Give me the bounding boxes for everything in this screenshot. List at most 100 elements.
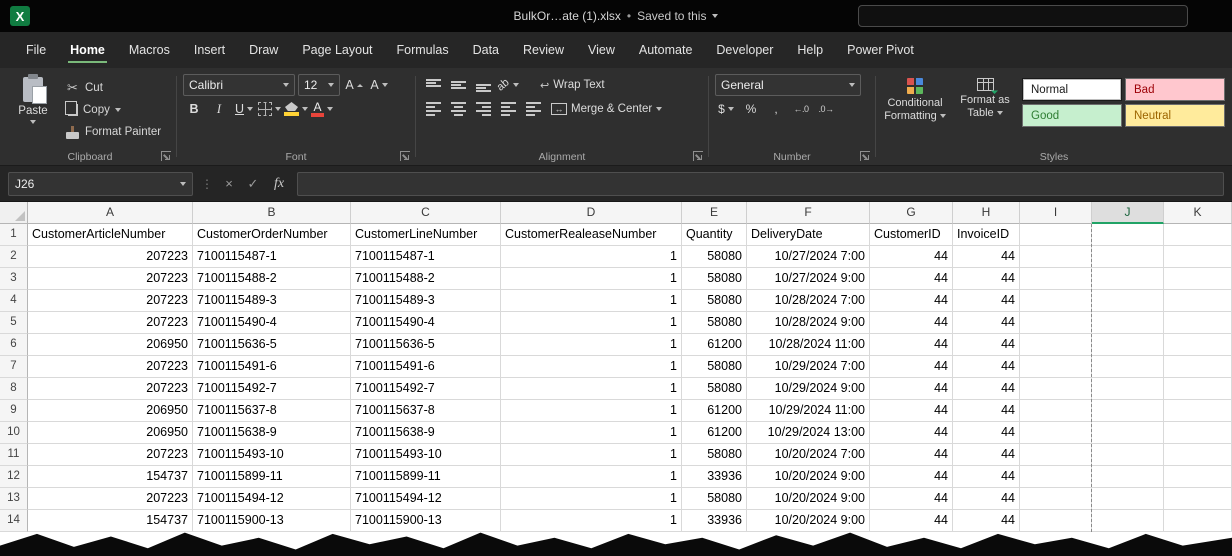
column-header-H[interactable]: H <box>953 202 1020 224</box>
cell-K12[interactable] <box>1164 466 1232 488</box>
cell-I1[interactable] <box>1020 224 1092 246</box>
cell-E9[interactable]: 61200 <box>682 400 747 422</box>
cell-H1[interactable]: InvoiceID <box>953 224 1020 246</box>
cell-D1[interactable]: CustomerRealeaseNumber <box>501 224 682 246</box>
cell-C6[interactable]: 7100115636-5 <box>351 334 501 356</box>
increase-indent-button[interactable] <box>522 98 544 120</box>
cell-H14[interactable]: 44 <box>953 510 1020 532</box>
cell-C8[interactable]: 7100115492-7 <box>351 378 501 400</box>
format-as-table-button[interactable]: Format as Table <box>952 76 1018 119</box>
cell-I10[interactable] <box>1020 422 1092 444</box>
cell-H7[interactable]: 44 <box>953 356 1020 378</box>
decrease-indent-button[interactable] <box>497 98 519 120</box>
cell-F10[interactable]: 10/29/2024 13:00 <box>747 422 870 444</box>
cell-F4[interactable]: 10/28/2024 7:00 <box>747 290 870 312</box>
cell-B13[interactable]: 7100115494-12 <box>193 488 351 510</box>
cell-D9[interactable]: 1 <box>501 400 682 422</box>
font-color-button[interactable]: A <box>311 98 333 120</box>
cell-G5[interactable]: 44 <box>870 312 953 334</box>
cell-K9[interactable] <box>1164 400 1232 422</box>
italic-button[interactable]: I <box>208 98 230 120</box>
cell-F12[interactable]: 10/20/2024 9:00 <box>747 466 870 488</box>
cell-K11[interactable] <box>1164 444 1232 466</box>
menu-tab-macros[interactable]: Macros <box>117 32 182 68</box>
cell-E1[interactable]: Quantity <box>682 224 747 246</box>
cell-G2[interactable]: 44 <box>870 246 953 268</box>
cell-D10[interactable]: 1 <box>501 422 682 444</box>
name-box[interactable]: J26 <box>8 172 193 196</box>
cell-E3[interactable]: 58080 <box>682 268 747 290</box>
cell-B7[interactable]: 7100115491-6 <box>193 356 351 378</box>
menu-tab-review[interactable]: Review <box>511 32 576 68</box>
column-header-C[interactable]: C <box>351 202 501 224</box>
row-header-2[interactable]: 2 <box>0 246 28 268</box>
row-header-12[interactable]: 12 <box>0 466 28 488</box>
column-header-I[interactable]: I <box>1020 202 1092 224</box>
cell-I11[interactable] <box>1020 444 1092 466</box>
cell-C3[interactable]: 7100115488-2 <box>351 268 501 290</box>
row-header-3[interactable]: 3 <box>0 268 28 290</box>
cell-A2[interactable]: 207223 <box>28 246 193 268</box>
align-left-button[interactable] <box>422 98 444 120</box>
fill-color-button[interactable] <box>284 98 308 120</box>
row-header-10[interactable]: 10 <box>0 422 28 444</box>
cell-H5[interactable]: 44 <box>953 312 1020 334</box>
cell-H12[interactable]: 44 <box>953 466 1020 488</box>
cell-G9[interactable]: 44 <box>870 400 953 422</box>
cell-E14[interactable]: 33936 <box>682 510 747 532</box>
column-header-D[interactable]: D <box>501 202 682 224</box>
cell-C11[interactable]: 7100115493-10 <box>351 444 501 466</box>
cell-G12[interactable]: 44 <box>870 466 953 488</box>
cell-A3[interactable]: 207223 <box>28 268 193 290</box>
increase-font-size-button[interactable]: A <box>343 74 365 96</box>
cell-C10[interactable]: 7100115638-9 <box>351 422 501 444</box>
wrap-text-button[interactable]: ↩ Wrap Text <box>536 74 609 96</box>
cell-A14[interactable]: 154737 <box>28 510 193 532</box>
cell-G1[interactable]: CustomerID <box>870 224 953 246</box>
cell-A13[interactable]: 207223 <box>28 488 193 510</box>
menu-tab-draw[interactable]: Draw <box>237 32 290 68</box>
cell-C2[interactable]: 7100115487-1 <box>351 246 501 268</box>
row-header-14[interactable]: 14 <box>0 510 28 532</box>
cell-K4[interactable] <box>1164 290 1232 312</box>
cell-K13[interactable] <box>1164 488 1232 510</box>
cell-I2[interactable] <box>1020 246 1092 268</box>
cancel-button[interactable]: × <box>221 176 237 191</box>
cell-B4[interactable]: 7100115489-3 <box>193 290 351 312</box>
cell-C7[interactable]: 7100115491-6 <box>351 356 501 378</box>
row-header-6[interactable]: 6 <box>0 334 28 356</box>
cell-B3[interactable]: 7100115488-2 <box>193 268 351 290</box>
cell-F3[interactable]: 10/27/2024 9:00 <box>747 268 870 290</box>
cell-K2[interactable] <box>1164 246 1232 268</box>
cell-C4[interactable]: 7100115489-3 <box>351 290 501 312</box>
align-top-button[interactable] <box>422 74 444 96</box>
row-header-11[interactable]: 11 <box>0 444 28 466</box>
decrease-font-size-button[interactable]: A <box>368 74 390 96</box>
cell-J12[interactable] <box>1092 466 1164 488</box>
align-right-button[interactable] <box>472 98 494 120</box>
search-box[interactable] <box>858 5 1188 27</box>
cell-C9[interactable]: 7100115637-8 <box>351 400 501 422</box>
cell-J2[interactable] <box>1092 246 1164 268</box>
cell-E7[interactable]: 58080 <box>682 356 747 378</box>
cell-F5[interactable]: 10/28/2024 9:00 <box>747 312 870 334</box>
row-header-9[interactable]: 9 <box>0 400 28 422</box>
cell-E5[interactable]: 58080 <box>682 312 747 334</box>
cell-H2[interactable]: 44 <box>953 246 1020 268</box>
cell-style-normal[interactable]: Normal <box>1022 78 1122 101</box>
cell-I14[interactable] <box>1020 510 1092 532</box>
cell-D2[interactable]: 1 <box>501 246 682 268</box>
chevron-down-icon[interactable] <box>712 14 718 18</box>
cell-A4[interactable]: 207223 <box>28 290 193 312</box>
number-format-select[interactable]: General <box>715 74 861 96</box>
cell-H9[interactable]: 44 <box>953 400 1020 422</box>
row-header-7[interactable]: 7 <box>0 356 28 378</box>
cell-D5[interactable]: 1 <box>501 312 682 334</box>
cell-I12[interactable] <box>1020 466 1092 488</box>
cell-H8[interactable]: 44 <box>953 378 1020 400</box>
cell-G4[interactable]: 44 <box>870 290 953 312</box>
cell-E8[interactable]: 58080 <box>682 378 747 400</box>
cell-I9[interactable] <box>1020 400 1092 422</box>
cell-J9[interactable] <box>1092 400 1164 422</box>
cell-F14[interactable]: 10/20/2024 9:00 <box>747 510 870 532</box>
